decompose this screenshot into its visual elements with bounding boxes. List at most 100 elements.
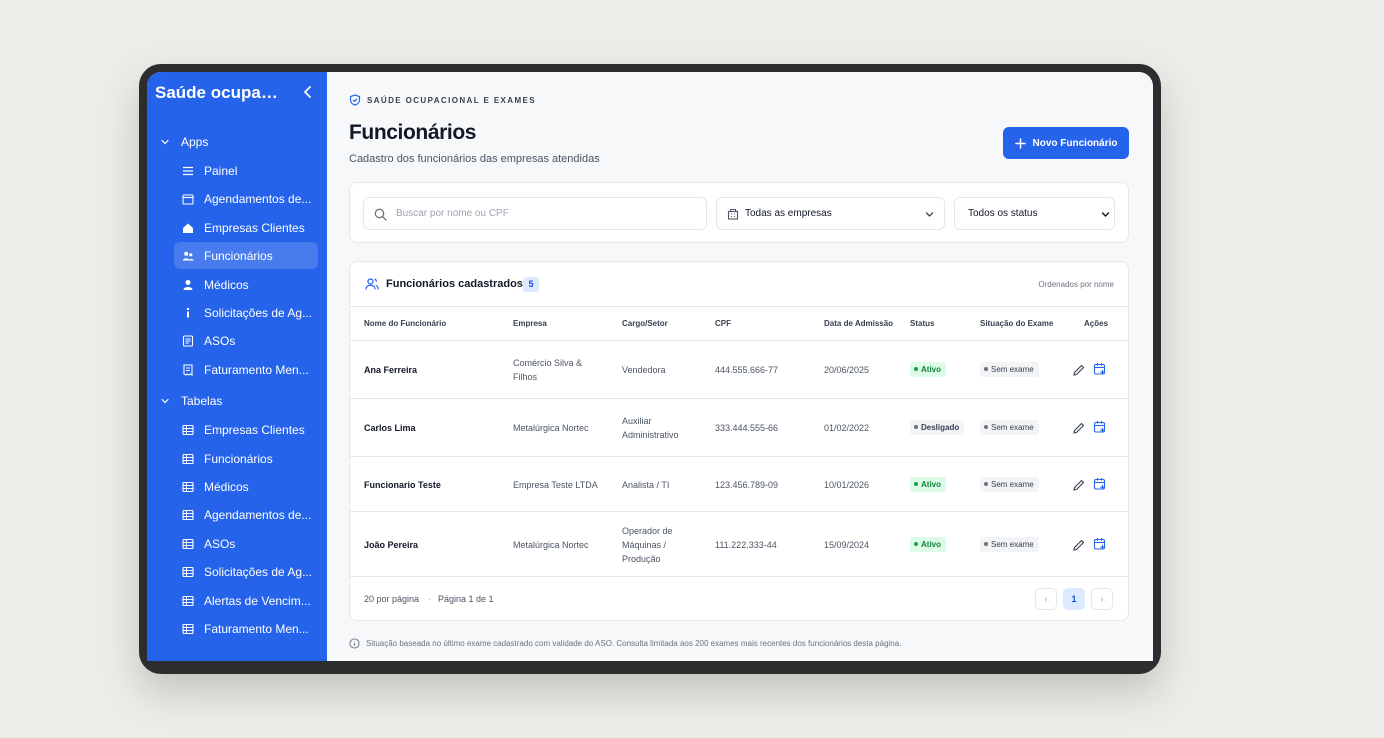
search-input[interactable]: Buscar por nome ou CPF: [363, 197, 707, 230]
page-title: Funcionários: [349, 121, 477, 144]
sidebar-item-asos[interactable]: ASOs: [174, 530, 318, 557]
sidebar-item-faturamento-men[interactable]: Faturamento Men...: [174, 615, 318, 642]
column-header-status[interactable]: Status: [910, 319, 934, 328]
sidebar-item-label: Painel: [204, 164, 238, 178]
employee-role: Auxiliar Administrativo: [622, 416, 679, 440]
status-badge: Ativo: [910, 536, 946, 552]
sidebar-item-empresas-clientes[interactable]: Empresas Clientes: [174, 214, 318, 241]
sidebar-item-label: Faturamento Men...: [204, 622, 309, 636]
employees-table-card: Funcionários cadastrados 5 Ordenados por…: [349, 261, 1129, 621]
sidebar-item-agendamentos-de[interactable]: Agendamentos de...: [174, 501, 318, 528]
sidebar-item-asos[interactable]: ASOs: [174, 327, 318, 354]
schedule-exam-icon[interactable]: [1093, 537, 1107, 551]
employee-company: Comércio Silva & Filhos: [513, 358, 583, 382]
edit-icon[interactable]: [1072, 478, 1086, 492]
status-select[interactable]: Todos os status: [954, 197, 1115, 230]
employee-name: Carlos Lima: [364, 423, 416, 433]
column-header-name[interactable]: Nome do Funcionário: [364, 319, 446, 328]
app-title: Saúde ocupaci...: [155, 83, 287, 102]
sidebar-item-funcion-rios[interactable]: Funcionários: [174, 242, 318, 270]
sidebar-item-empresas-clientes[interactable]: Empresas Clientes: [174, 416, 318, 443]
sidebar-item-label: Agendamentos de...: [204, 508, 312, 523]
company-select-value: Todas as empresas: [745, 208, 832, 219]
schedule-exam-icon[interactable]: [1093, 362, 1107, 376]
sidebar-item-m-dicos[interactable]: Médicos: [174, 473, 318, 500]
prev-page-button[interactable]: ‹: [1035, 588, 1057, 610]
sidebar-item-solicita-es-de-ag[interactable]: Solicitações de Ag...: [174, 558, 318, 585]
chevron-down-icon: [161, 139, 169, 145]
column-header-role[interactable]: Cargo/Setor: [622, 319, 668, 328]
sidebar-group-label: Apps: [181, 135, 209, 149]
sidebar-item-m-dicos[interactable]: Médicos: [174, 271, 318, 298]
status-badge: Ativo: [910, 362, 946, 377]
column-header-admission[interactable]: Data de Admissão: [824, 319, 893, 328]
chevron-down-icon: [925, 212, 934, 217]
column-header-cpf[interactable]: CPF: [715, 319, 731, 328]
employee-role: Operador de Máquinas / Produção: [622, 525, 673, 564]
calendar-icon: [182, 194, 194, 205]
exam-status-badge: Sem exame: [980, 420, 1039, 435]
sidebar-group-apps[interactable]: Apps: [147, 132, 327, 154]
sidebar-item-label: Funcionários: [204, 249, 273, 264]
sidebar-item-label: Médicos: [204, 277, 249, 292]
table-icon: [182, 567, 194, 578]
sidebar-item-label: Empresas Clientes: [204, 423, 305, 438]
table-header: Funcionários cadastrados 5 Ordenados por…: [350, 262, 1128, 307]
sidebar-item-agendamentos-de[interactable]: Agendamentos de...: [174, 185, 318, 212]
pagination-separator: ·: [428, 594, 431, 604]
sidebar-group-tabelas[interactable]: Tabelas: [147, 391, 327, 413]
document-icon: [182, 335, 194, 347]
sidebar-item-alertas-de-vencim[interactable]: Alertas de Vencim...: [174, 587, 318, 614]
sidebar-item-label: Solicitações de Ag...: [204, 306, 313, 320]
exam-status-badge: Sem exame: [980, 362, 1039, 377]
table-row[interactable]: Funcionario Teste Empresa Teste LTDA Anali…: [350, 457, 1128, 512]
edit-icon[interactable]: [1072, 538, 1086, 552]
chevron-left-icon[interactable]: [299, 83, 317, 101]
sidebar-item-label: ASOs: [204, 536, 236, 551]
new-employee-label: Novo Funcionário: [1032, 137, 1118, 149]
table-row[interactable]: João Pereira Metalúrgica Nortec Operador d…: [350, 512, 1128, 577]
status-select-value: Todos os status: [968, 208, 1038, 219]
edit-icon[interactable]: [1072, 363, 1086, 377]
schedule-exam-icon[interactable]: [1093, 477, 1107, 491]
column-header-actions: Ações: [1084, 319, 1109, 328]
device-frame: Saúde ocupaci... Apps Painel Agendamentos …: [139, 64, 1161, 674]
sidebar-item-label: Solicitações de Ag...: [204, 565, 313, 580]
home-icon: [183, 223, 193, 233]
main-content: SAÚDE OCUPACIONAL E EXAMES Funcionários …: [327, 72, 1153, 661]
sidebar-item-funcion-rios[interactable]: Funcionários: [174, 445, 318, 472]
info-icon: [187, 308, 189, 318]
sidebar-item-label: Alertas de Vencim...: [204, 593, 311, 608]
sidebar-header: Saúde ocupaci...: [147, 72, 327, 114]
per-page-select[interactable]: 20 por página: [364, 594, 419, 604]
sidebar-item-solicita-es-de-ag[interactable]: Solicitações de Ag...: [174, 299, 318, 326]
employee-admission-date: 01/02/2022: [824, 423, 870, 433]
status-badge: Ativo: [910, 476, 946, 492]
employee-role: Vendedora: [622, 365, 666, 375]
schedule-exam-icon[interactable]: [1093, 420, 1107, 434]
employee-admission-date: 20/06/2025: [824, 365, 870, 375]
column-header-company[interactable]: Empresa: [513, 319, 547, 328]
employee-role: Analista / TI: [622, 479, 670, 490]
sidebar-item-label: Faturamento Men...: [204, 362, 309, 377]
list-icon: [183, 166, 193, 176]
table-row[interactable]: Carlos Lima Metalúrgica Nortec Auxiliar Adm…: [350, 399, 1128, 457]
page-1-button[interactable]: 1: [1063, 588, 1085, 610]
info-circle-icon: [349, 638, 360, 649]
sidebar-group-label: Tabelas: [181, 394, 223, 409]
sidebar-item-label: ASOs: [204, 334, 236, 349]
edit-icon[interactable]: [1072, 421, 1086, 435]
user-icon: [183, 279, 193, 290]
column-header-exam[interactable]: Situação do Exame: [980, 319, 1053, 328]
users-icon: [365, 278, 379, 290]
company-select[interactable]: Todas as empresas: [716, 197, 945, 230]
pagination-bar: 20 por página · Página 1 de 1 ‹ 1 ›: [350, 577, 1128, 620]
filter-card: Buscar por nome ou CPF Todas as empresas…: [349, 182, 1129, 243]
status-badge: Desligado: [910, 420, 965, 435]
sidebar-item-label: Empresas Clientes: [204, 220, 305, 235]
new-employee-button[interactable]: Novo Funcionário: [1003, 127, 1129, 159]
sidebar-item-painel[interactable]: Painel: [174, 157, 318, 184]
next-page-button[interactable]: ›: [1091, 588, 1113, 610]
sidebar-item-faturamento-men[interactable]: Faturamento Men...: [174, 356, 318, 383]
table-row[interactable]: Ana Ferreira Comércio Silva & Filhos Vended…: [350, 341, 1128, 399]
